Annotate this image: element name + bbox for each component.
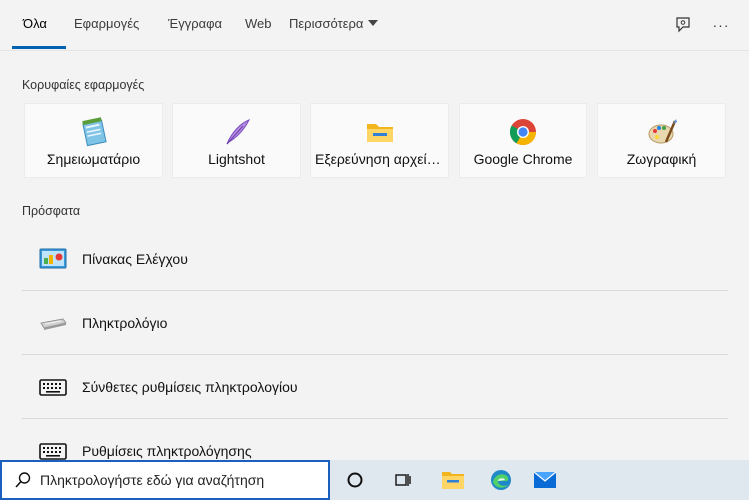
- recent-item-label: Πληκτρολόγιο: [82, 315, 168, 331]
- feedback-button[interactable]: [670, 12, 696, 38]
- taskbar-mail-button[interactable]: [528, 464, 562, 496]
- keyboard-icon: [39, 379, 67, 396]
- ellipsis-icon: ···: [712, 17, 730, 33]
- tab-documents[interactable]: Έγγραφα: [168, 16, 222, 31]
- chrome-icon: [509, 119, 537, 146]
- header-divider: [0, 50, 749, 51]
- recent-title: Πρόσφατα: [22, 204, 81, 218]
- tab-more-label: Περισσότερα: [289, 16, 364, 31]
- top-app-label: Σημειωματάριο: [46, 151, 141, 167]
- top-app-paint[interactable]: Ζωγραφική: [597, 103, 726, 178]
- tab-more[interactable]: Περισσότερα: [289, 16, 379, 31]
- cortana-button[interactable]: [338, 464, 372, 496]
- recent-item-label: Πίνακας Ελέγχου: [82, 251, 188, 267]
- paint-palette-icon: [648, 119, 677, 144]
- taskbar: Πληκτρολογήστε εδώ για αναζήτηση: [0, 460, 749, 500]
- tab-apps[interactable]: Εφαρμογές: [74, 16, 139, 31]
- recent-divider: [22, 354, 728, 355]
- cortana-circle-icon: [347, 472, 363, 488]
- top-app-label: Εξερεύνηση αρχείων: [315, 151, 445, 167]
- recent-item-label: Ρυθμίσεις πληκτρολόγησης: [82, 443, 252, 459]
- recent-item-label: Σύνθετες ρυθμίσεις πληκτρολογίου: [82, 379, 298, 395]
- more-options-button[interactable]: ···: [708, 12, 734, 38]
- folder-icon: [366, 124, 393, 142]
- tab-all[interactable]: Όλα: [23, 16, 47, 31]
- top-app-file-explorer[interactable]: Εξερεύνηση αρχείων: [310, 103, 449, 178]
- file-explorer-icon: [442, 472, 464, 489]
- edge-icon: [491, 470, 511, 490]
- top-app-label: Lightshot: [208, 151, 265, 167]
- taskbar-search-box[interactable]: Πληκτρολογήστε εδώ για αναζήτηση: [0, 460, 330, 500]
- recent-item-advanced-keyboard-settings[interactable]: Σύνθετες ρυθμίσεις πληκτρολογίου: [22, 356, 728, 418]
- top-apps-title: Κορυφαίες εφαρμογές: [22, 78, 145, 92]
- top-app-lightshot[interactable]: Lightshot: [172, 103, 301, 178]
- notepad-icon: [81, 117, 107, 147]
- search-icon: [10, 467, 36, 493]
- top-app-label: Ζωγραφική: [626, 151, 697, 167]
- recent-divider: [22, 418, 728, 419]
- lightshot-feather-icon: [226, 119, 250, 145]
- search-input[interactable]: Πληκτρολογήστε εδώ για αναζήτηση: [40, 472, 264, 488]
- taskbar-edge-button[interactable]: [484, 464, 518, 496]
- keyboard-flat-icon: [40, 318, 67, 330]
- task-view-icon: [395, 474, 411, 486]
- top-app-chrome[interactable]: Google Chrome: [459, 103, 587, 178]
- recent-divider: [22, 290, 728, 291]
- recent-item-control-panel[interactable]: Πίνακας Ελέγχου: [22, 228, 728, 290]
- top-app-notepad[interactable]: Σημειωματάριο: [24, 103, 163, 178]
- tab-bar: Όλα Εφαρμογές Έγγραφα Web Περισσότερα ··…: [0, 0, 749, 50]
- recent-item-keyboard[interactable]: Πληκτρολόγιο: [22, 292, 728, 354]
- feedback-icon: [676, 17, 690, 33]
- taskbar-file-explorer-button[interactable]: [436, 464, 470, 496]
- recent-item-typing-settings[interactable]: Ρυθμίσεις πληκτρολόγησης: [22, 420, 728, 460]
- task-view-button[interactable]: [386, 464, 420, 496]
- control-panel-icon: [39, 248, 67, 269]
- active-tab-indicator: [12, 46, 66, 49]
- tab-web[interactable]: Web: [245, 16, 272, 31]
- mail-icon: [533, 471, 557, 488]
- top-app-label: Google Chrome: [473, 151, 573, 167]
- keyboard-icon: [39, 443, 67, 460]
- search-panel: Όλα Εφαρμογές Έγγραφα Web Περισσότερα ··…: [0, 0, 749, 460]
- caret-down-icon: [368, 20, 379, 26]
